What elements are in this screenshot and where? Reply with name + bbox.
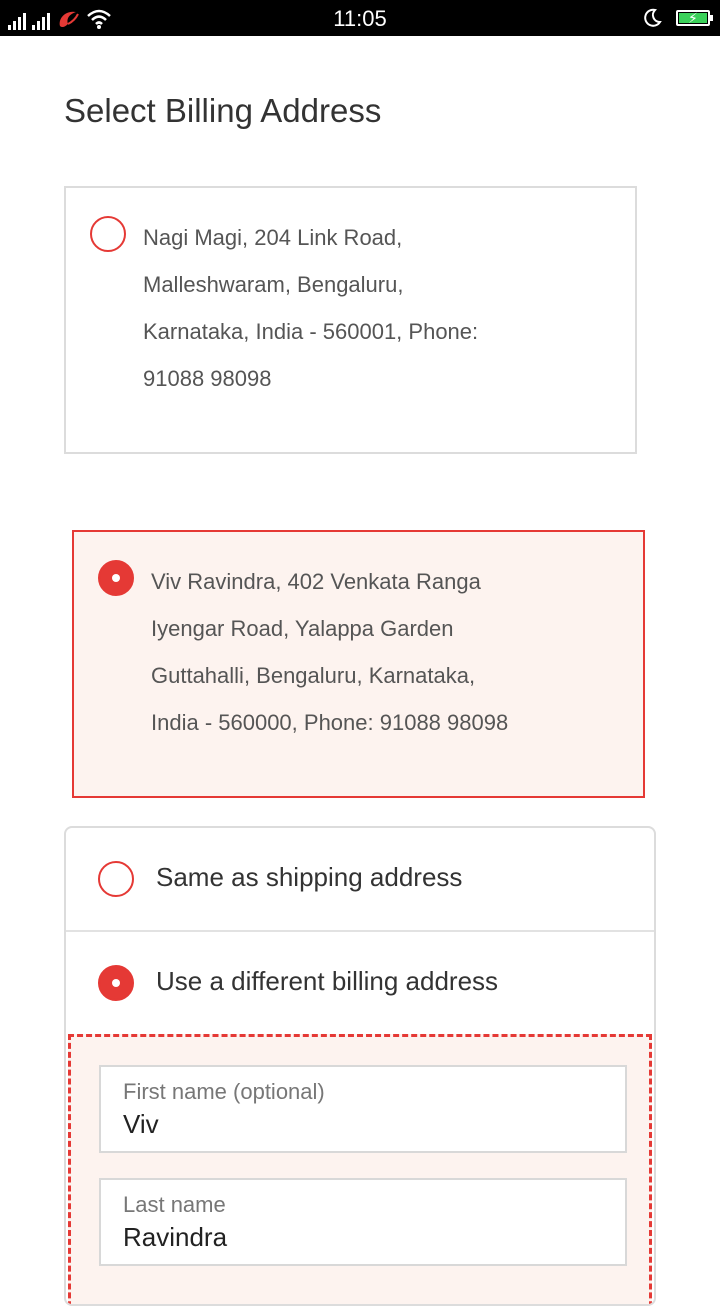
option-label: Same as shipping address (156, 862, 463, 892)
moon-icon (644, 8, 662, 27)
first-name-field[interactable]: First name (optional) (99, 1065, 627, 1153)
address-text: Nagi Magi, 204 Link Road, Malleshwaram, … (143, 214, 478, 402)
page-title: Select Billing Address (64, 92, 382, 129)
option-radio-unchecked[interactable] (98, 861, 134, 897)
option-label: Use a different billing address (156, 966, 499, 996)
option-different-billing[interactable]: Use a different billing address (66, 932, 654, 1034)
address-line: 91088 98098 (143, 366, 272, 391)
status-time: 11:05 (333, 6, 387, 31)
billing-address-form: First name (optional) Last name (68, 1034, 652, 1304)
address-line: Iyengar Road, Yalappa Garden (151, 616, 454, 641)
billing-options-panel: Same as shipping address Use a different… (64, 826, 656, 1306)
address-line: Guttahalli, Bengaluru, Karnataka, (151, 663, 476, 688)
option-same-as-shipping[interactable]: Same as shipping address (66, 828, 654, 930)
address-line: Viv Ravindra, 402 Venkata Ranga (151, 569, 481, 594)
address-card-2[interactable]: Viv Ravindra, 402 Venkata Ranga Iyengar … (72, 530, 645, 798)
address-line: Nagi Magi, 204 Link Road, (143, 225, 403, 250)
battery-charging-icon: ⚡ (676, 10, 713, 26)
address-radio-checked[interactable] (98, 560, 134, 596)
address-card-1[interactable]: Nagi Magi, 204 Link Road, Malleshwaram, … (64, 186, 637, 454)
first-name-input[interactable] (123, 1109, 603, 1140)
address-radio-unchecked[interactable] (90, 216, 126, 252)
status-bar: 11:05 ⚡ (0, 0, 720, 36)
last-name-input[interactable] (123, 1222, 603, 1253)
last-name-field[interactable]: Last name (99, 1178, 627, 1266)
option-radio-checked[interactable] (98, 965, 134, 1001)
status-right-icons: ⚡ (642, 6, 713, 30)
address-line: Malleshwaram, Bengaluru, (143, 272, 404, 297)
address-line: India - 560000, Phone: 91088 98098 (151, 710, 509, 735)
address-text: Viv Ravindra, 402 Venkata Ranga Iyengar … (151, 558, 508, 746)
address-line: Karnataka, India - 560001, Phone: (143, 319, 479, 344)
first-name-label: First name (optional) (123, 1079, 325, 1104)
last-name-label: Last name (123, 1192, 226, 1217)
